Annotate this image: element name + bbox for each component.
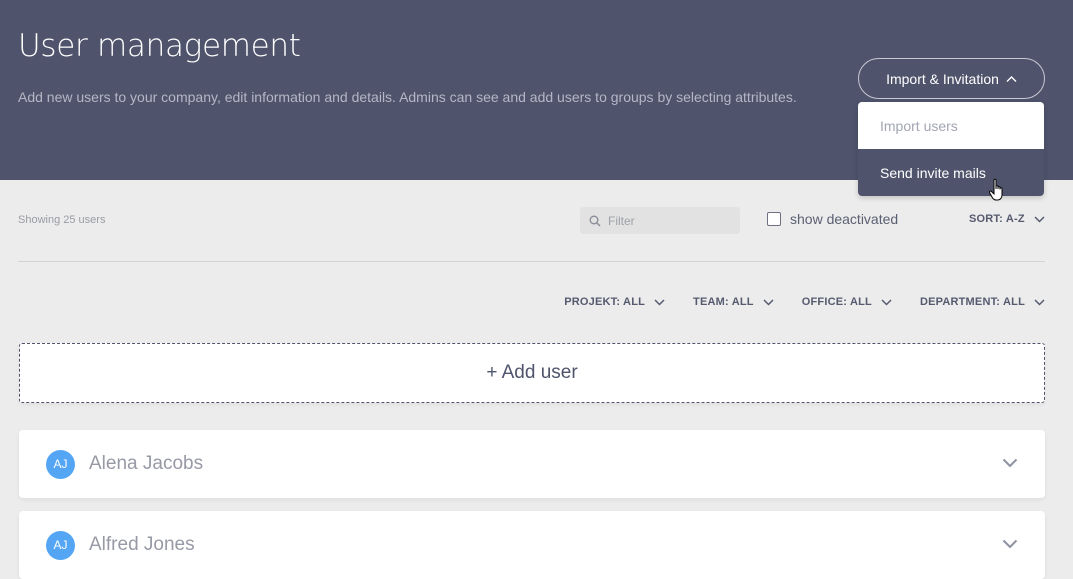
- filter-projekt-label: PROJEKT: ALL: [564, 296, 646, 308]
- chevron-down-icon: [763, 298, 774, 306]
- filter-team-label: TEAM: ALL: [693, 296, 754, 308]
- show-deactivated-label: show deactivated: [790, 211, 899, 227]
- avatar: AJ: [46, 530, 75, 560]
- page-title: User management: [18, 28, 301, 64]
- filter-team-dropdown[interactable]: TEAM: ALL: [693, 296, 774, 308]
- chevron-down-icon: [654, 298, 665, 306]
- show-deactivated-checkbox[interactable]: [767, 212, 781, 226]
- user-name: Alena Jacobs: [89, 453, 204, 474]
- filter-projekt-dropdown[interactable]: PROJEKT: ALL: [564, 296, 665, 308]
- chevron-down-icon: [881, 298, 892, 306]
- chevron-up-icon: [1006, 75, 1017, 82]
- show-deactivated-toggle[interactable]: show deactivated: [767, 211, 898, 227]
- page-description: Add new users to your company, edit info…: [18, 89, 797, 105]
- add-user-button[interactable]: + Add user: [19, 343, 1045, 403]
- user-row[interactable]: AJ Alfred Jones: [19, 511, 1045, 579]
- avatar: AJ: [46, 449, 75, 479]
- filter-input[interactable]: [608, 213, 728, 228]
- chevron-down-icon[interactable]: [1002, 458, 1018, 468]
- sort-dropdown[interactable]: SORT: A-Z: [969, 213, 1045, 225]
- filter-search[interactable]: [580, 207, 740, 234]
- filter-office-label: OFFICE: ALL: [801, 296, 872, 308]
- sort-label: SORT: A-Z: [969, 213, 1025, 225]
- chevron-down-icon: [1034, 215, 1045, 223]
- chevron-down-icon[interactable]: [1002, 539, 1018, 549]
- filter-department-label: DEPARTMENT: ALL: [919, 296, 1025, 308]
- attribute-filters: PROJEKT: ALL TEAM: ALL OFFICE: ALL DEPAR…: [564, 296, 1045, 308]
- chevron-down-icon: [1034, 298, 1045, 306]
- import-invitation-button[interactable]: Import & Invitation: [858, 58, 1045, 99]
- divider: [18, 261, 1045, 262]
- menu-item-send-invite-mails[interactable]: Send invite mails: [858, 149, 1044, 196]
- showing-count: Showing 25 users: [18, 214, 106, 226]
- filter-office-dropdown[interactable]: OFFICE: ALL: [802, 296, 892, 308]
- user-row[interactable]: AJ Alena Jacobs: [19, 430, 1045, 498]
- menu-item-import-users[interactable]: Import users: [858, 102, 1044, 149]
- hand-pointer-cursor-icon: [988, 178, 1003, 201]
- import-invitation-label: Import & Invitation: [886, 70, 999, 87]
- import-invitation-menu: Import users Send invite mails: [858, 102, 1044, 196]
- filter-department-dropdown[interactable]: DEPARTMENT: ALL: [920, 296, 1045, 308]
- search-icon: [589, 215, 601, 227]
- user-name: Alfred Jones: [89, 534, 195, 555]
